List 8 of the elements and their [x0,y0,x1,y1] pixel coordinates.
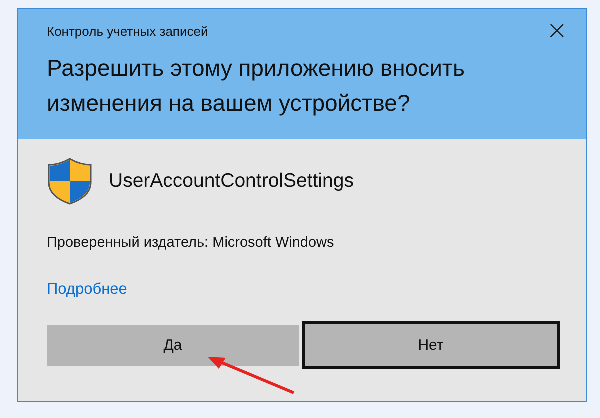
publisher-text: Проверенный издатель: Microsoft Windows [47,235,336,251]
prompt-heading: Разрешить этому приложению вносить изменения на вашем устройстве? [47,54,466,118]
details-link[interactable]: Подробнее [47,281,128,299]
app-name: UserAccountControlSettings [109,170,354,192]
close-button[interactable]: × [542,21,572,41]
no-button[interactable]: Нет [302,321,560,369]
yes-button[interactable]: Да [47,324,299,366]
window-title: Контроль учетных записей [47,24,208,38]
